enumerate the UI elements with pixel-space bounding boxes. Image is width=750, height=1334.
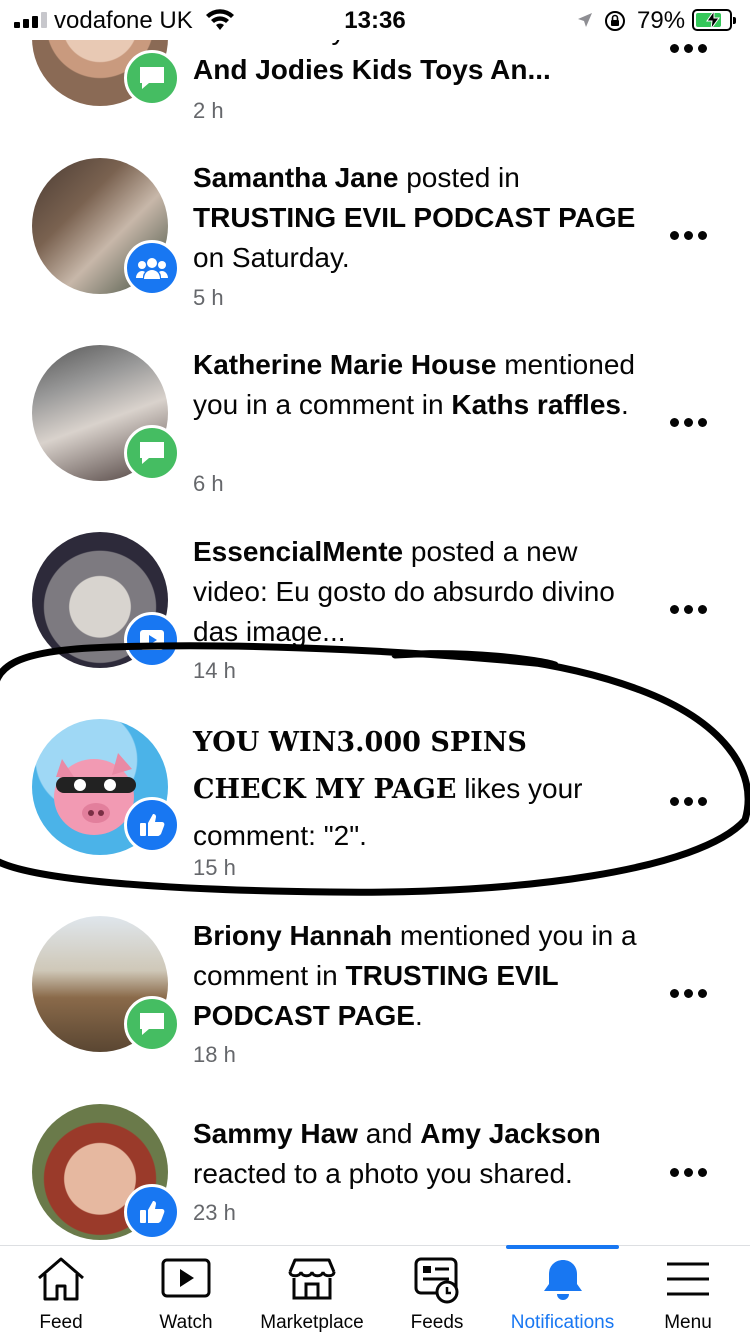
notification-item[interactable]: Briony Hannah mentioned you in a comment… <box>0 906 750 1096</box>
tab-feeds[interactable]: Feeds <box>376 1246 498 1334</box>
thumbs-up-icon <box>140 814 165 836</box>
notification-bold-text: Sammy Haw <box>193 1118 358 1149</box>
more-options-button[interactable] <box>670 1168 707 1177</box>
notification-item[interactable]: YOU WIN3.000 SPINS CHECK MY PAGE likes y… <box>0 711 750 906</box>
tab-label: Feed <box>39 1312 83 1333</box>
feeds-icon <box>414 1257 459 1304</box>
notification-list: mentioned you in a comment inLoz And Jod… <box>0 0 750 1245</box>
notification-item[interactable]: Katherine Marie House mentioned you in a… <box>0 337 750 524</box>
rotation-lock-icon <box>605 11 625 31</box>
more-options-button[interactable] <box>670 44 707 53</box>
notification-text: Sammy Haw and Amy Jackson reacted to a p… <box>193 1114 643 1194</box>
notification-body-text: posted in <box>398 162 520 193</box>
notification-time: 23 h <box>193 1200 236 1225</box>
notification-body-text: reacted to a photo you shared. <box>193 1158 573 1189</box>
notification-text: Katherine Marie House mentioned you in a… <box>193 345 643 425</box>
marketplace-icon <box>288 1258 336 1300</box>
notification-bold-text: Amy Jackson <box>420 1118 601 1149</box>
bell-icon <box>543 1260 582 1300</box>
tab-label: Notifications <box>510 1312 615 1333</box>
like-badge <box>124 1184 180 1240</box>
video-badge <box>124 612 180 668</box>
notification-bold-text: EssencialMente <box>193 536 404 567</box>
bottom-tab-bar: Feed Watch Marketplace Feeds Notificatio… <box>0 1245 750 1334</box>
tab-label: Marketplace <box>260 1312 364 1333</box>
tab-feed[interactable]: Feed <box>0 1246 122 1334</box>
notification-time: 2 h <box>193 98 224 123</box>
tab-label: Feeds <box>410 1312 464 1333</box>
notification-text: YOU WIN3.000 SPINS CHECK MY PAGE likes y… <box>193 719 643 859</box>
comment-icon <box>140 442 164 464</box>
notification-bold-text: Kaths raffles <box>451 389 621 420</box>
notification-text: Briony Hannah mentioned you in a comment… <box>193 916 643 1036</box>
video-icon <box>140 630 164 650</box>
tab-notifications[interactable]: Notifications <box>500 1246 625 1334</box>
more-options-button[interactable] <box>670 989 707 998</box>
notification-text: Samantha Jane posted in TRUSTING EVIL PO… <box>193 158 643 278</box>
comment-badge <box>124 996 180 1052</box>
more-options-button[interactable] <box>670 231 707 240</box>
group-icon <box>136 258 168 279</box>
notification-time: 14 h <box>193 658 236 683</box>
more-options-button[interactable] <box>670 797 707 806</box>
notification-body-text: . <box>414 1000 423 1031</box>
notification-bold-text: Katherine Marie House <box>193 349 497 380</box>
comment-icon <box>140 67 164 89</box>
notification-time: 15 h <box>193 855 236 880</box>
battery-percentage: 79% <box>637 7 686 34</box>
group-badge <box>124 240 180 296</box>
tab-label: Menu <box>664 1312 712 1333</box>
notification-bold-text: TRUSTING EVIL PODCAST PAGE <box>193 202 636 233</box>
notification-body-text: on Saturday. <box>193 242 350 273</box>
notification-item[interactable]: EssencialMente posted a new video: Eu go… <box>0 524 750 711</box>
tab-menu[interactable]: Menu <box>627 1246 749 1334</box>
thumbs-up-icon <box>140 1201 165 1223</box>
notification-text: EssencialMente posted a new video: Eu go… <box>193 532 643 652</box>
status-bar: vodafone UK 13:36 79% <box>0 0 750 40</box>
comment-icon <box>140 1013 164 1035</box>
tab-marketplace[interactable]: Marketplace <box>250 1246 374 1334</box>
home-icon <box>38 1257 84 1301</box>
comment-badge <box>124 425 180 481</box>
tab-watch[interactable]: Watch <box>125 1246 247 1334</box>
notification-item[interactable]: Samantha Jane posted in TRUSTING EVIL PO… <box>0 150 750 337</box>
tab-label: Watch <box>159 1312 213 1333</box>
notification-body-text: and <box>357 1118 421 1149</box>
notification-bold-text: Samantha Jane <box>193 162 399 193</box>
notification-time: 6 h <box>193 471 224 496</box>
menu-icon <box>667 1262 709 1296</box>
battery-icon <box>692 9 736 31</box>
location-arrow-icon <box>578 13 592 27</box>
watch-icon <box>161 1258 211 1298</box>
like-badge <box>124 797 180 853</box>
notification-time: 5 h <box>193 285 224 310</box>
notification-body-text: . <box>620 389 629 420</box>
charging-bolt-icon <box>706 11 720 29</box>
notification-item[interactable]: Sammy Haw and Amy Jackson reacted to a p… <box>0 1096 750 1245</box>
notification-bold-text: Briony Hannah <box>193 920 393 951</box>
comment-badge <box>124 50 180 106</box>
more-options-button[interactable] <box>670 418 707 427</box>
more-options-button[interactable] <box>670 605 707 614</box>
notification-time: 18 h <box>193 1042 236 1067</box>
